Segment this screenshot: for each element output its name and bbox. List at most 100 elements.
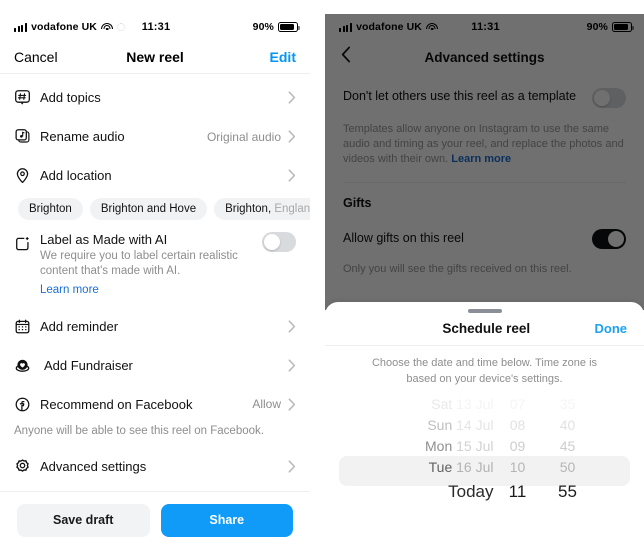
learn-more-link[interactable]: Learn more — [40, 284, 99, 296]
sheet-title: Schedule reel — [442, 321, 531, 336]
gifts-note: Only you will see the gifts received on … — [343, 262, 572, 275]
row-add-reminder[interactable]: Add reminder — [0, 307, 310, 346]
gifts-section-title: Gifts — [343, 195, 372, 210]
picker-minute: 00 — [542, 510, 594, 514]
action-bar: Save draft Share — [0, 492, 310, 537]
row-label: Add reminder — [40, 318, 119, 334]
picker-minute: 45 — [559, 437, 576, 454]
learn-more-link[interactable]: Learn more — [451, 153, 511, 165]
status-right: 90% — [500, 21, 634, 33]
gifts-toggle-row[interactable]: Allow gifts on this reel — [343, 228, 626, 249]
picker-row[interactable]: Thu 18 Jul 12 00 — [325, 507, 644, 514]
location-suggestion-chips: Brighton Brighton and Hove Brighton, Eng… — [0, 195, 310, 226]
facebook-icon — [14, 396, 40, 413]
advanced-settings-content: vodafone UK 11:31 90% Advanced settings — [325, 14, 644, 277]
chevron-right-icon — [288, 169, 296, 182]
picker-date-selected: Today — [448, 482, 494, 502]
row-add-fundraiser[interactable]: Add Fundraiser — [0, 346, 310, 385]
chip-label-secondary: England, — [274, 203, 310, 215]
phone-left-new-reel: vodafone UK 11:31 90% Cancel New reel Ed… — [0, 14, 310, 540]
picker-row[interactable]: Sat 13 Jul 07 35 — [325, 393, 644, 414]
picker-row[interactable]: Sun 14 Jul 08 40 — [325, 414, 644, 435]
row-label: Rename audio — [40, 129, 125, 144]
wifi-icon — [425, 22, 438, 32]
row-add-location[interactable]: Add location — [0, 156, 310, 195]
chevron-right-icon — [288, 398, 296, 411]
save-draft-button[interactable]: Save draft — [17, 503, 150, 537]
status-left: vodafone UK — [339, 21, 471, 33]
picker-row[interactable]: Tue 16 Jul 10 50 — [325, 456, 644, 477]
made-with-ai-title: Label as Made with AI — [40, 232, 168, 247]
hashtag-icon — [14, 89, 40, 106]
phone-right-advanced-settings: vodafone UK 11:31 90% Advanced settings — [325, 14, 644, 540]
screenshot-stage: vodafone UK 11:31 90% Cancel New reel Ed… — [0, 0, 644, 554]
picker-hour: 09 — [509, 437, 526, 454]
page-title: New reel — [126, 48, 184, 65]
gifts-section: Gifts Allow gifts on this reel Only you … — [325, 183, 644, 277]
chevron-right-icon — [288, 359, 296, 372]
status-clock: 11:31 — [141, 21, 171, 33]
page-title: Advanced settings — [424, 49, 545, 65]
picker-hour: 08 — [509, 416, 526, 433]
picker-minute: 50 — [559, 458, 576, 475]
chip-label: Brighton, — [225, 203, 272, 215]
row-add-topics[interactable]: Add topics — [0, 78, 310, 117]
carrier-label: vodafone UK — [31, 21, 97, 33]
share-button[interactable]: Share — [160, 503, 293, 537]
sheet-subtitle: Choose the date and time below. Time zon… — [371, 357, 598, 385]
facebook-note: Anyone will be able to see this reel on … — [14, 424, 264, 437]
chip-label: Brighton — [29, 203, 72, 215]
gifts-toggle[interactable] — [592, 228, 626, 249]
row-rename-audio[interactable]: Rename audio Original audio — [0, 117, 310, 156]
picker-hour-selected: 11 — [508, 482, 527, 502]
picker-row[interactable]: Mon 15 Jul 09 45 — [325, 435, 644, 456]
made-with-ai-icon — [14, 232, 40, 257]
picker-hour: 07 — [509, 395, 526, 412]
battery-percent-label: 90% — [252, 21, 274, 33]
nav-bar: Cancel New reel Edit — [0, 40, 310, 74]
picker-minute: 40 — [559, 416, 576, 433]
edit-button[interactable]: Edit — [184, 49, 296, 65]
row-label: Add Fundraiser — [44, 357, 133, 373]
row-label-made-with-ai[interactable]: Label as Made with AI We require you to … — [0, 226, 310, 300]
chevron-right-icon — [288, 130, 296, 143]
back-button[interactable] — [341, 46, 351, 68]
done-button[interactable]: Done — [595, 321, 628, 336]
nav-bar: Advanced settings — [325, 40, 644, 74]
signal-bars-icon — [14, 22, 28, 32]
made-with-ai-toggle[interactable] — [262, 232, 296, 252]
picker-hour: 12 — [494, 510, 542, 514]
sheet-header: Schedule reel Done — [325, 313, 644, 346]
picker-hour: 10 — [509, 458, 526, 475]
template-title: Don't let others use this reel as a temp… — [343, 89, 577, 103]
picker-date: Thu 18 Jul — [376, 510, 493, 514]
row-recommend-on-facebook[interactable]: Recommend on Facebook Allow — [0, 385, 310, 424]
chevron-right-icon — [288, 460, 296, 473]
calendar-icon — [14, 318, 40, 335]
battery-icon — [612, 22, 634, 32]
template-toggle-row[interactable]: Don't let others use this reel as a temp… — [343, 88, 626, 108]
fundraiser-icon — [14, 357, 40, 374]
location-chip[interactable]: Brighton and Hove — [89, 198, 208, 220]
location-chip[interactable]: Brighton — [18, 198, 83, 220]
cancel-button[interactable]: Cancel — [14, 49, 126, 65]
picker-date: Sat 13 Jul — [431, 395, 494, 412]
datetime-picker[interactable]: Sat 13 Jul 07 35 Sun 14 Jul 08 40 Mon 15… — [325, 393, 644, 513]
picker-date: Mon 15 Jul — [425, 437, 494, 454]
carrier-label: vodafone UK — [356, 21, 422, 33]
template-toggle[interactable] — [592, 88, 626, 108]
row-value: Allow — [252, 397, 281, 412]
schedule-reel-sheet: Schedule reel Done Choose the date and t… — [325, 302, 644, 540]
row-advanced-settings[interactable]: Advanced settings — [0, 447, 310, 486]
row-label: Add topics — [40, 90, 101, 105]
row-label: Advanced settings — [40, 458, 147, 474]
picker-minute-selected: 55 — [558, 482, 577, 502]
chip-label: Brighton and Hove — [100, 203, 197, 215]
template-section: Don't let others use this reel as a temp… — [325, 74, 644, 183]
signal-bars-icon — [339, 22, 353, 32]
picker-row-selected[interactable]: Today 11 55 — [325, 477, 644, 507]
row-label: Add location — [40, 168, 112, 183]
location-chip[interactable]: Brighton, England, — [214, 198, 310, 220]
status-right: 90% — [170, 21, 300, 33]
settings-icon — [14, 458, 40, 475]
